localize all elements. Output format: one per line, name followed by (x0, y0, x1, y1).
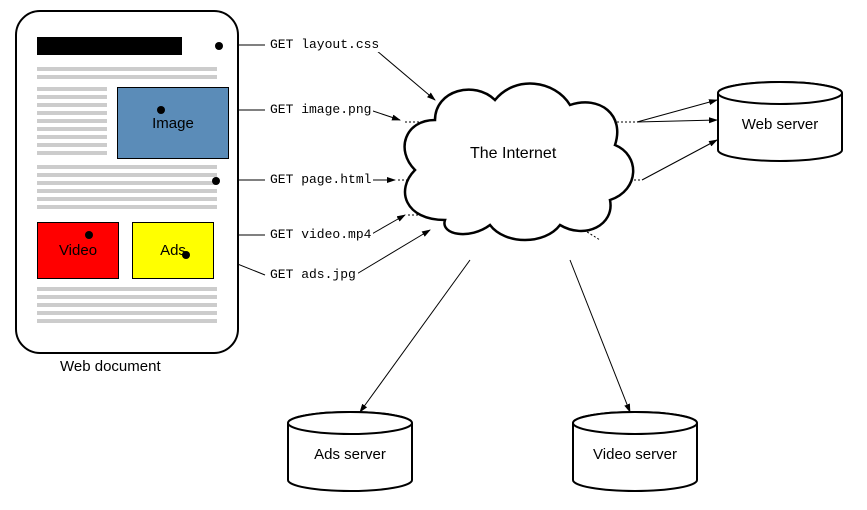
text-line (37, 111, 107, 115)
doc-title-bar (37, 37, 182, 55)
video-server-cylinder: Video server (570, 410, 700, 490)
get-layout-label: GET layout.css (268, 37, 381, 52)
image-label: Image (152, 115, 194, 132)
text-line (37, 75, 217, 79)
text-line (37, 119, 107, 123)
text-line (37, 173, 217, 177)
text-line (37, 135, 107, 139)
text-line (37, 189, 217, 193)
dot-video (85, 231, 93, 239)
text-line (37, 87, 107, 91)
text-line (37, 103, 107, 107)
text-line (37, 303, 217, 307)
ads-server-label: Ads server (314, 438, 386, 463)
internet-label: The Internet (470, 145, 556, 163)
web-document-box: Image Video Ads (15, 10, 239, 354)
web-document-label: Web document (60, 358, 161, 375)
text-line (37, 181, 217, 185)
text-line (37, 319, 217, 323)
video-box: Video (37, 222, 119, 279)
web-server-label: Web server (742, 108, 818, 133)
get-image-label: GET image.png (268, 102, 373, 117)
text-line (37, 67, 217, 71)
dot-page (212, 177, 220, 185)
get-ads-label: GET ads.jpg (268, 267, 358, 282)
get-video-label: GET video.mp4 (268, 227, 373, 242)
text-line (37, 311, 217, 315)
dot-layout (215, 42, 223, 50)
text-line (37, 95, 107, 99)
text-line (37, 151, 107, 155)
text-line (37, 205, 217, 209)
dot-ads (182, 251, 190, 259)
dot-image (157, 106, 165, 114)
text-line (37, 287, 217, 291)
image-box: Image (117, 87, 229, 159)
text-line (37, 197, 217, 201)
web-server-cylinder: Web server (715, 80, 845, 160)
video-server-label: Video server (593, 438, 677, 463)
ads-server-cylinder: Ads server (285, 410, 415, 490)
text-line (37, 127, 107, 131)
video-label: Video (59, 242, 97, 259)
text-line (37, 165, 217, 169)
get-page-label: GET page.html (268, 172, 373, 187)
text-line (37, 295, 217, 299)
ads-box: Ads (132, 222, 214, 279)
text-line (37, 143, 107, 147)
